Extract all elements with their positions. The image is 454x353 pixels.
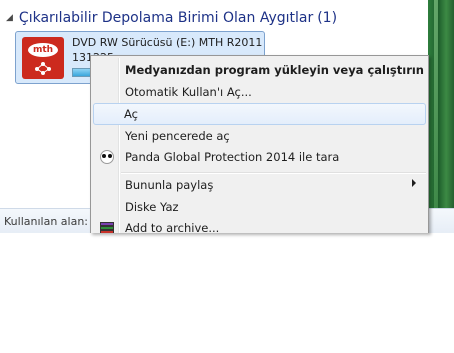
menu-item-label: Otomatik Kullan'ı Aç... <box>125 85 252 99</box>
menu-item-share-with[interactable]: Bununla paylaş <box>93 174 426 196</box>
group-header[interactable]: ◢ Çıkarılabilir Depolama Birimi Olan Ayg… <box>6 8 337 28</box>
menu-item-label: Diske Yaz <box>125 200 179 214</box>
menu-item-label: Add to archive... <box>125 221 220 233</box>
menu-item-label: Bununla paylaş <box>125 178 214 192</box>
menu-item-label: Yeni pencerede aç <box>125 129 230 143</box>
context-menu: Medyanızdan program yükleyin veya çalışt… <box>90 55 429 233</box>
menu-item-label: Medyanızdan program yükleyin veya çalışt… <box>125 63 424 77</box>
menu-item-burn-to-disc[interactable]: Diske Yaz <box>93 196 426 218</box>
menu-item-open[interactable]: Aç <box>93 103 426 125</box>
background-highlight <box>434 0 438 233</box>
submenu-arrow-icon <box>412 179 416 187</box>
winrar-icon <box>99 220 115 233</box>
used-space-label: Kullanılan alan: <box>4 215 88 228</box>
menu-item-label: Aç <box>124 107 138 121</box>
menu-item-install-run[interactable]: Medyanızdan program yükleyin veya çalışt… <box>93 59 426 81</box>
menu-item-open-new-window[interactable]: Yeni pencerede aç <box>93 125 426 147</box>
drive-name: DVD RW Sürücüsü (E:) MTH R2011 <box>72 36 263 49</box>
group-title: Çıkarılabilir Depolama Birimi Olan Aygıt… <box>18 10 314 26</box>
dvd-drive-mth-icon: mth <box>22 37 64 79</box>
group-count: (1) <box>317 10 338 26</box>
drive-icon-label: mth <box>28 43 58 57</box>
collapse-triangle-icon[interactable]: ◢ <box>6 13 13 23</box>
drive-icon-tree-graphic <box>35 62 51 75</box>
menu-item-panda-scan[interactable]: Panda Global Protection 2014 ile tara <box>93 146 426 168</box>
desktop-background-edge <box>428 0 454 233</box>
panda-icon <box>99 149 115 165</box>
menu-item-label: Panda Global Protection 2014 ile tara <box>125 150 340 164</box>
menu-item-add-to-archive[interactable]: Add to archive... <box>93 217 426 233</box>
menu-item-open-autoplay[interactable]: Otomatik Kullan'ı Aç... <box>93 81 426 103</box>
